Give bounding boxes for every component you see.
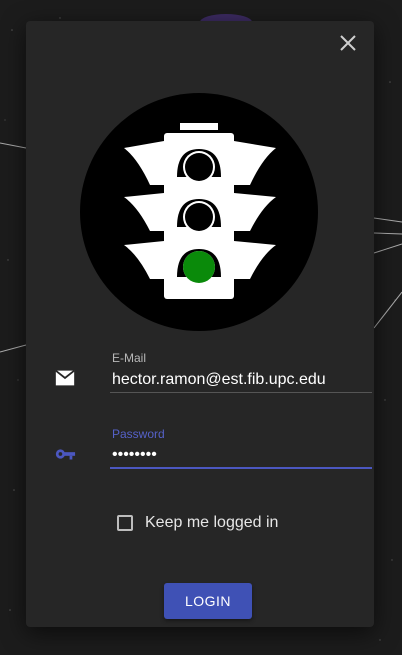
close-icon — [340, 35, 356, 51]
password-input[interactable] — [110, 443, 372, 469]
key-icon — [55, 449, 76, 460]
app-logo — [80, 93, 318, 331]
remember-me[interactable]: Keep me logged in — [117, 514, 278, 532]
traffic-light-icon — [80, 93, 318, 331]
email-label: E-Mail — [112, 351, 147, 365]
login-dialog: E-Mail Password Keep me logged in LOGIN — [26, 21, 374, 627]
remember-label: Keep me logged in — [145, 514, 279, 531]
password-label: Password — [112, 427, 165, 441]
login-button[interactable]: LOGIN — [164, 583, 252, 619]
mail-icon — [55, 369, 75, 386]
email-input[interactable] — [110, 367, 372, 393]
remember-checkbox[interactable] — [117, 515, 133, 531]
close-button[interactable] — [336, 31, 360, 55]
